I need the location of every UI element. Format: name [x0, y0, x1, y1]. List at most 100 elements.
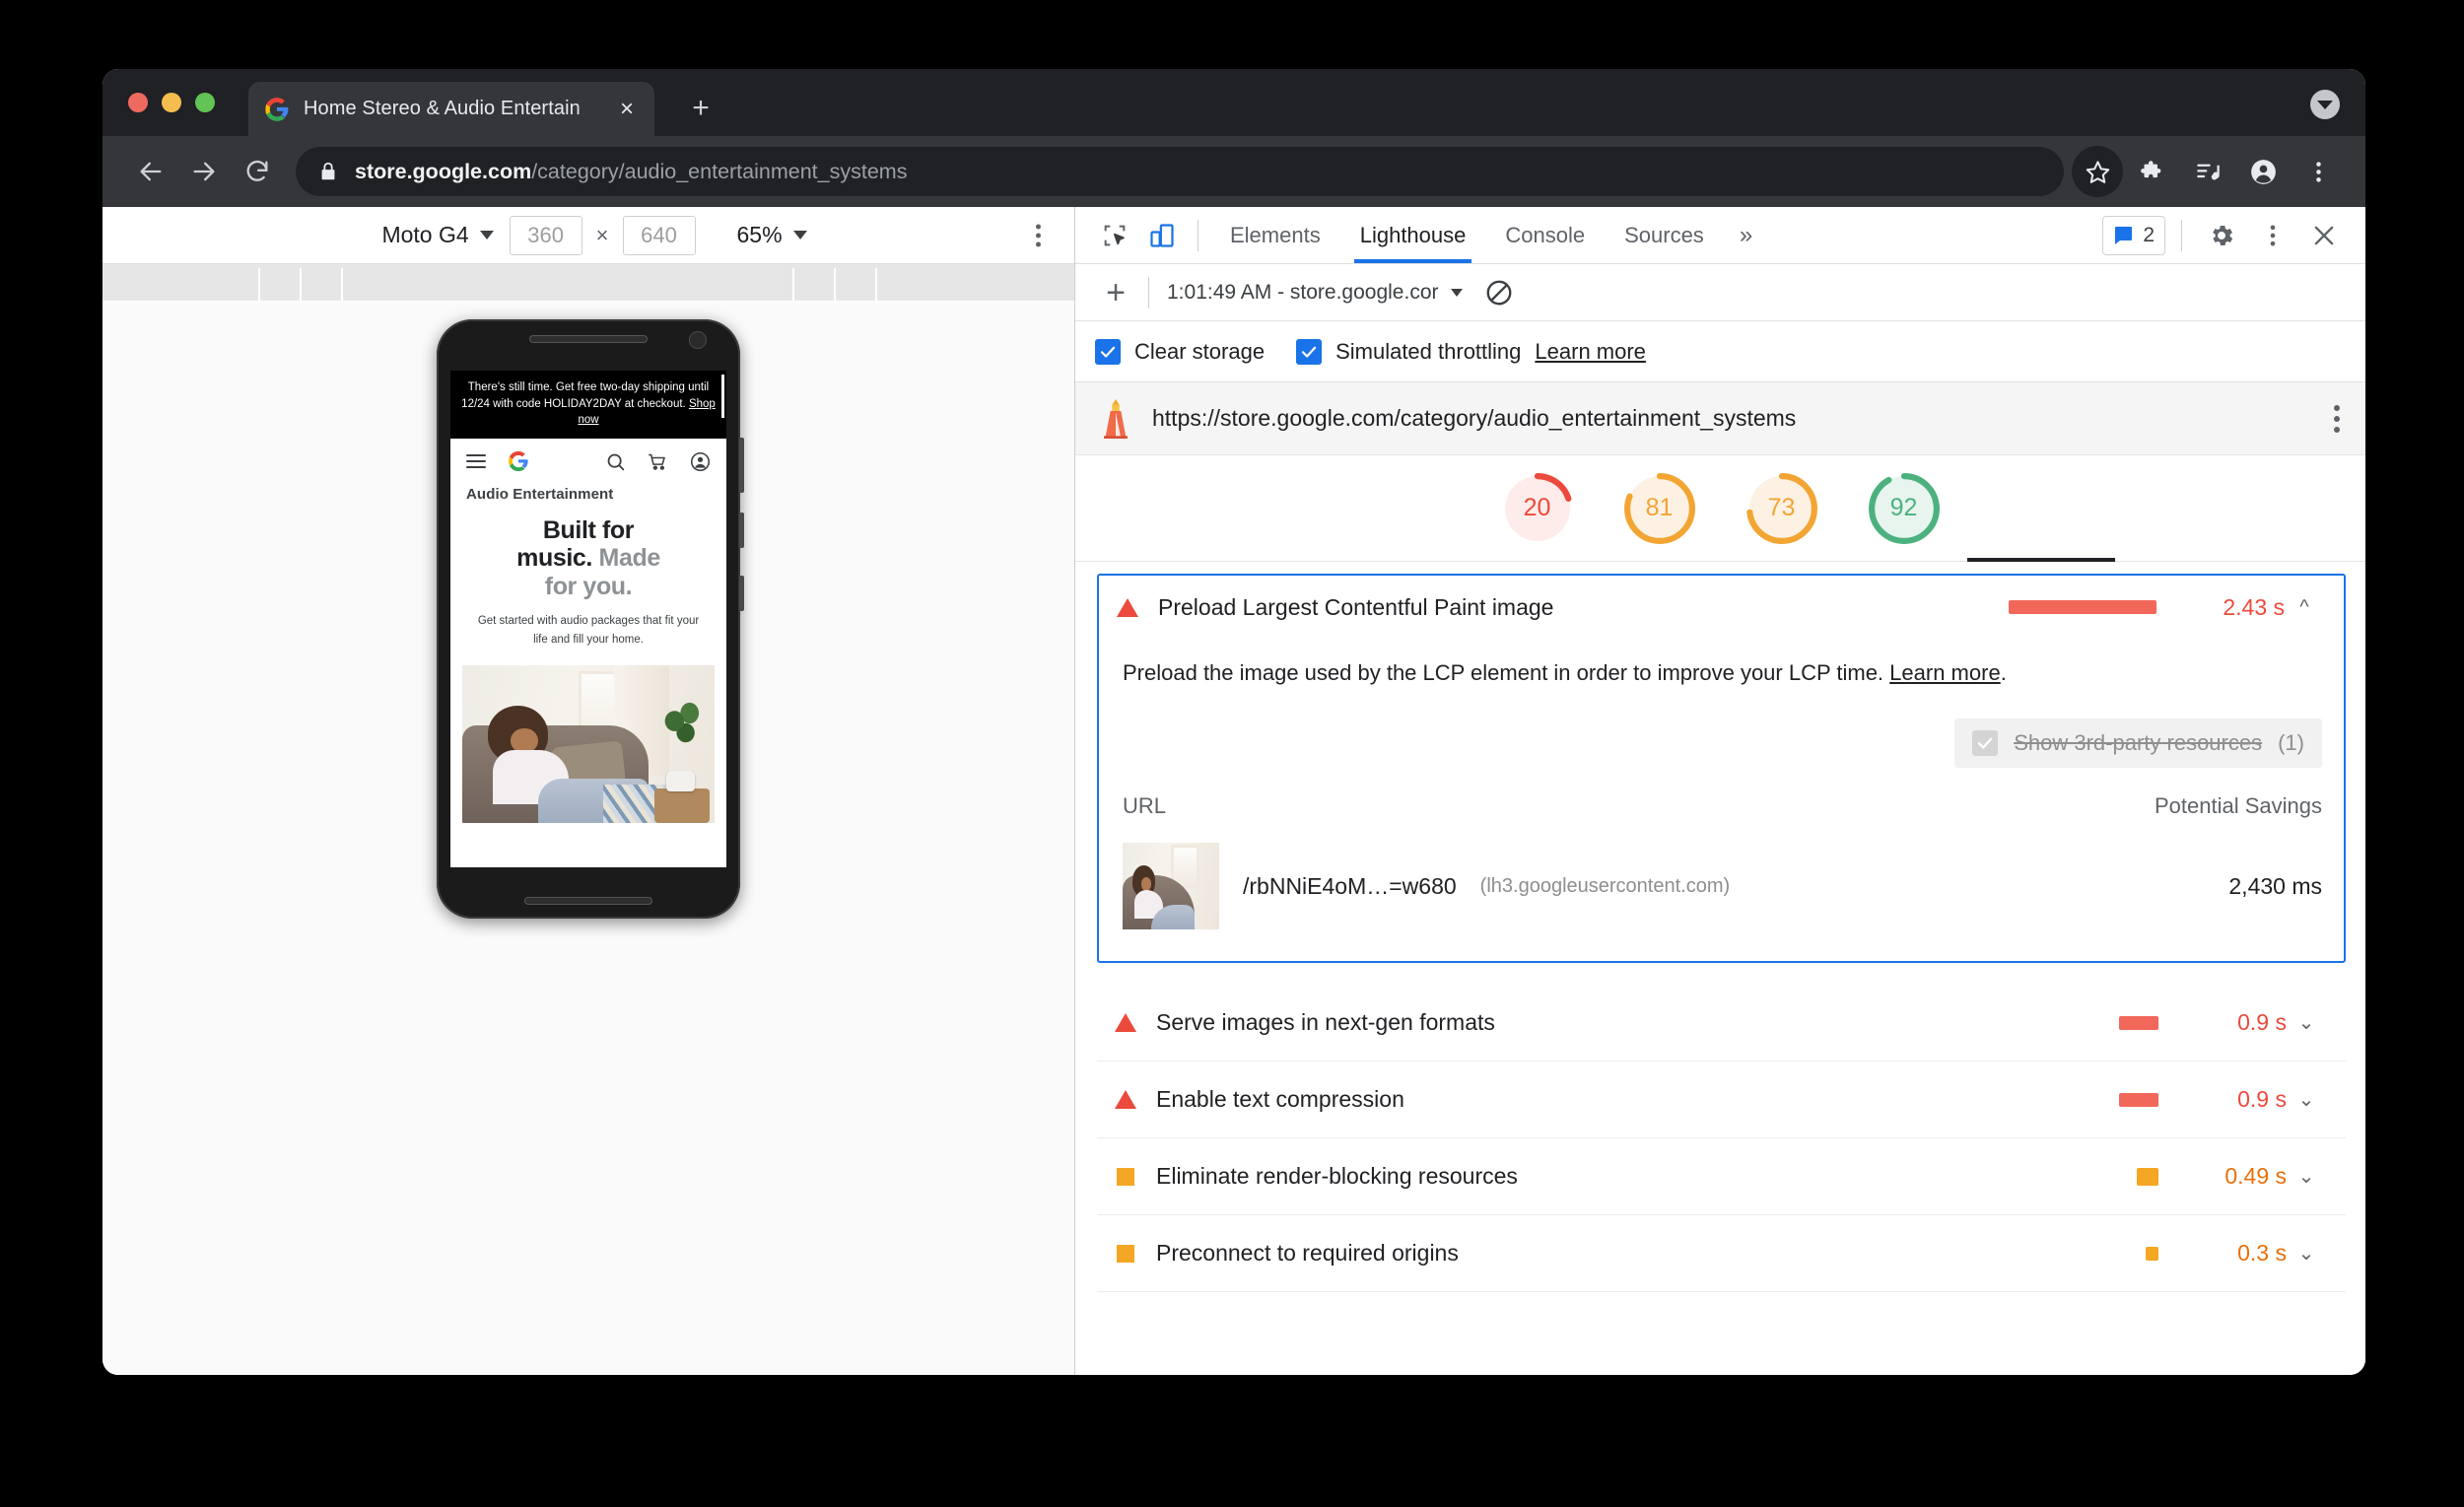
forward-button[interactable] — [177, 145, 231, 198]
tab-sources[interactable]: Sources — [1605, 207, 1724, 263]
audit-row[interactable]: Preconnect to required origins 0.3 s ⌄ — [1097, 1215, 2346, 1292]
profile-avatar-button[interactable] — [2237, 146, 2289, 197]
score-gauge-seo[interactable]: 92 — [1868, 472, 1941, 545]
tab-lighthouse[interactable]: Lighthouse — [1340, 207, 1486, 263]
devtools-settings-button[interactable] — [2198, 212, 2245, 259]
shopping-cart-icon[interactable] — [648, 451, 668, 472]
phone-earpiece — [529, 335, 648, 343]
device-name: Moto G4 — [381, 222, 469, 247]
promo-banner: There's still time. Get free two-day shi… — [450, 371, 726, 440]
bookmark-star-button[interactable] — [2072, 146, 2123, 197]
tab-console[interactable]: Console — [1485, 207, 1605, 263]
close-window-button[interactable] — [128, 93, 148, 112]
new-tab-button[interactable]: + — [686, 94, 716, 124]
chevron-down-icon[interactable]: ⌄ — [2287, 1241, 2326, 1266]
third-party-filter[interactable]: Show 3rd-party resources (1) — [1954, 719, 2322, 768]
report-run-selector[interactable]: 1:01:49 AM - store.google.cor — [1167, 281, 1463, 305]
audit-metric: 0.9 s — [2237, 1086, 2287, 1112]
account-icon[interactable] — [690, 451, 711, 472]
extensions-button[interactable] — [2127, 146, 2178, 197]
audit-metric: 0.9 s — [2237, 1009, 2287, 1035]
device-selector[interactable]: Moto G4 — [370, 222, 505, 248]
browser-content: Moto G4 360 × 640 65% There's still time… — [103, 207, 2365, 1375]
device-emulation-pane: Moto G4 360 × 640 65% There's still time… — [103, 207, 1075, 1375]
score-gauge-accessibility[interactable]: 81 — [1623, 472, 1696, 545]
score-gauge-performance[interactable]: 20 — [1501, 472, 1574, 545]
hero-line-3: for you. — [544, 572, 633, 600]
report-options-button[interactable] — [2334, 404, 2340, 433]
audit-row[interactable]: Serve images in next-gen formats 0.9 s ⌄ — [1097, 985, 2346, 1062]
hero-section: Built for music. Made for you. Get start… — [450, 509, 726, 650]
reload-button[interactable] — [231, 145, 284, 198]
device-ruler[interactable] — [103, 264, 1074, 302]
audit-list-container: Preload Largest Contentful Paint image 2… — [1075, 562, 2365, 1375]
chevron-down-icon — [479, 231, 494, 240]
resource-url[interactable]: /rbNNiE4oM…=w680 — [1243, 873, 1457, 900]
audit-description-tail: . — [2000, 660, 2007, 685]
hero-line-1: Built for — [542, 516, 635, 545]
column-header-savings: Potential Savings — [2155, 793, 2322, 818]
score-value: 20 — [1523, 494, 1551, 521]
hamburger-menu-icon[interactable] — [466, 450, 486, 472]
audit-row[interactable]: Eliminate render-blocking resources 0.49… — [1097, 1138, 2346, 1215]
chevron-down-icon[interactable]: ⌄ — [2287, 1164, 2326, 1189]
simulated-throttling-checkbox[interactable] — [1296, 338, 1323, 365]
phone-side-button — [739, 576, 744, 611]
audit-row[interactable]: Enable text compression 0.9 s ⌄ — [1097, 1062, 2346, 1138]
chevron-down-icon[interactable]: ⌄ — [2287, 1010, 2326, 1035]
devtools-tab-bar: Elements Lighthouse Console Sources » 2 — [1075, 207, 2365, 264]
audit-title: Preconnect to required origins — [1156, 1240, 1459, 1266]
device-more-options-button[interactable] — [1036, 224, 1041, 246]
page-title: Audio Entertainment — [466, 486, 614, 504]
search-icon[interactable] — [605, 451, 626, 472]
table-row: /rbNNiE4oM…=w680 (lh3.googleusercontent.… — [1123, 837, 2322, 935]
device-height-input[interactable]: 640 — [622, 215, 696, 255]
audit-learn-more-link[interactable]: Learn more — [1889, 660, 2001, 685]
maximize-window-button[interactable] — [195, 93, 215, 112]
triangle-fail-icon — [1115, 1013, 1136, 1032]
device-toolbar-icon — [1150, 223, 1174, 247]
media-control-button[interactable] — [2182, 146, 2233, 197]
third-party-checkbox[interactable] — [1972, 730, 1999, 756]
more-options-kebab — [1036, 233, 1041, 238]
triangle-fail-icon — [1117, 597, 1138, 617]
more-tabs-button[interactable]: » — [1724, 222, 1768, 249]
minimize-window-button[interactable] — [162, 93, 181, 112]
expanded-audit-header[interactable]: Preload Largest Contentful Paint image 2… — [1099, 576, 2344, 639]
message-count-badge[interactable]: 2 — [2102, 215, 2165, 255]
message-count: 2 — [2143, 223, 2155, 246]
clear-results-button[interactable] — [1484, 278, 1514, 308]
devtools-more-tools-button[interactable] — [2249, 212, 2296, 259]
hero-body-text: Get started with audio packages that fit… — [477, 614, 700, 646]
chevron-down-icon[interactable]: ⌄ — [2287, 1087, 2326, 1112]
hero-line-2b: Made — [598, 544, 661, 573]
page-scrollbar-thumb[interactable] — [721, 375, 724, 418]
new-report-button[interactable]: + — [1095, 276, 1136, 309]
learn-more-link[interactable]: Learn more — [1535, 339, 1646, 365]
tab-elements[interactable]: Elements — [1210, 207, 1340, 263]
phone-screen[interactable]: There's still time. Get free two-day shi… — [450, 371, 726, 867]
forward-arrow-icon — [193, 162, 215, 181]
browser-tab[interactable]: Home Stereo & Audio Entertain × — [248, 82, 654, 136]
chevron-up-icon[interactable]: ^ — [2285, 596, 2324, 619]
phone-side-button — [739, 438, 744, 493]
device-toolbar-toggle[interactable] — [1138, 212, 1186, 259]
clear-storage-checkbox[interactable] — [1095, 338, 1121, 365]
score-gauge-best-practices[interactable]: 73 — [1745, 472, 1818, 545]
google-g-logo[interactable] — [508, 450, 529, 472]
tab-title: Home Stereo & Audio Entertain — [304, 98, 581, 119]
inspect-element-button[interactable] — [1091, 212, 1138, 259]
more-options-kebab — [1036, 224, 1041, 229]
devtools-close-button[interactable] — [2300, 212, 2348, 259]
dimension-separator: × — [595, 222, 609, 247]
back-button[interactable] — [124, 145, 177, 198]
resource-host: (lh3.googleusercontent.com) — [1479, 874, 1731, 897]
close-tab-button[interactable]: × — [613, 97, 641, 121]
tab-search-button[interactable] — [2310, 90, 2340, 119]
savings-bar — [2119, 1015, 2158, 1030]
square-warn-icon — [1117, 1244, 1134, 1263]
browser-menu-button[interactable] — [2293, 146, 2344, 197]
device-width-input[interactable]: 360 — [509, 215, 582, 255]
zoom-selector[interactable]: 65% — [737, 222, 807, 248]
address-bar[interactable]: store.google.com/category/audio_entertai… — [296, 147, 2064, 196]
